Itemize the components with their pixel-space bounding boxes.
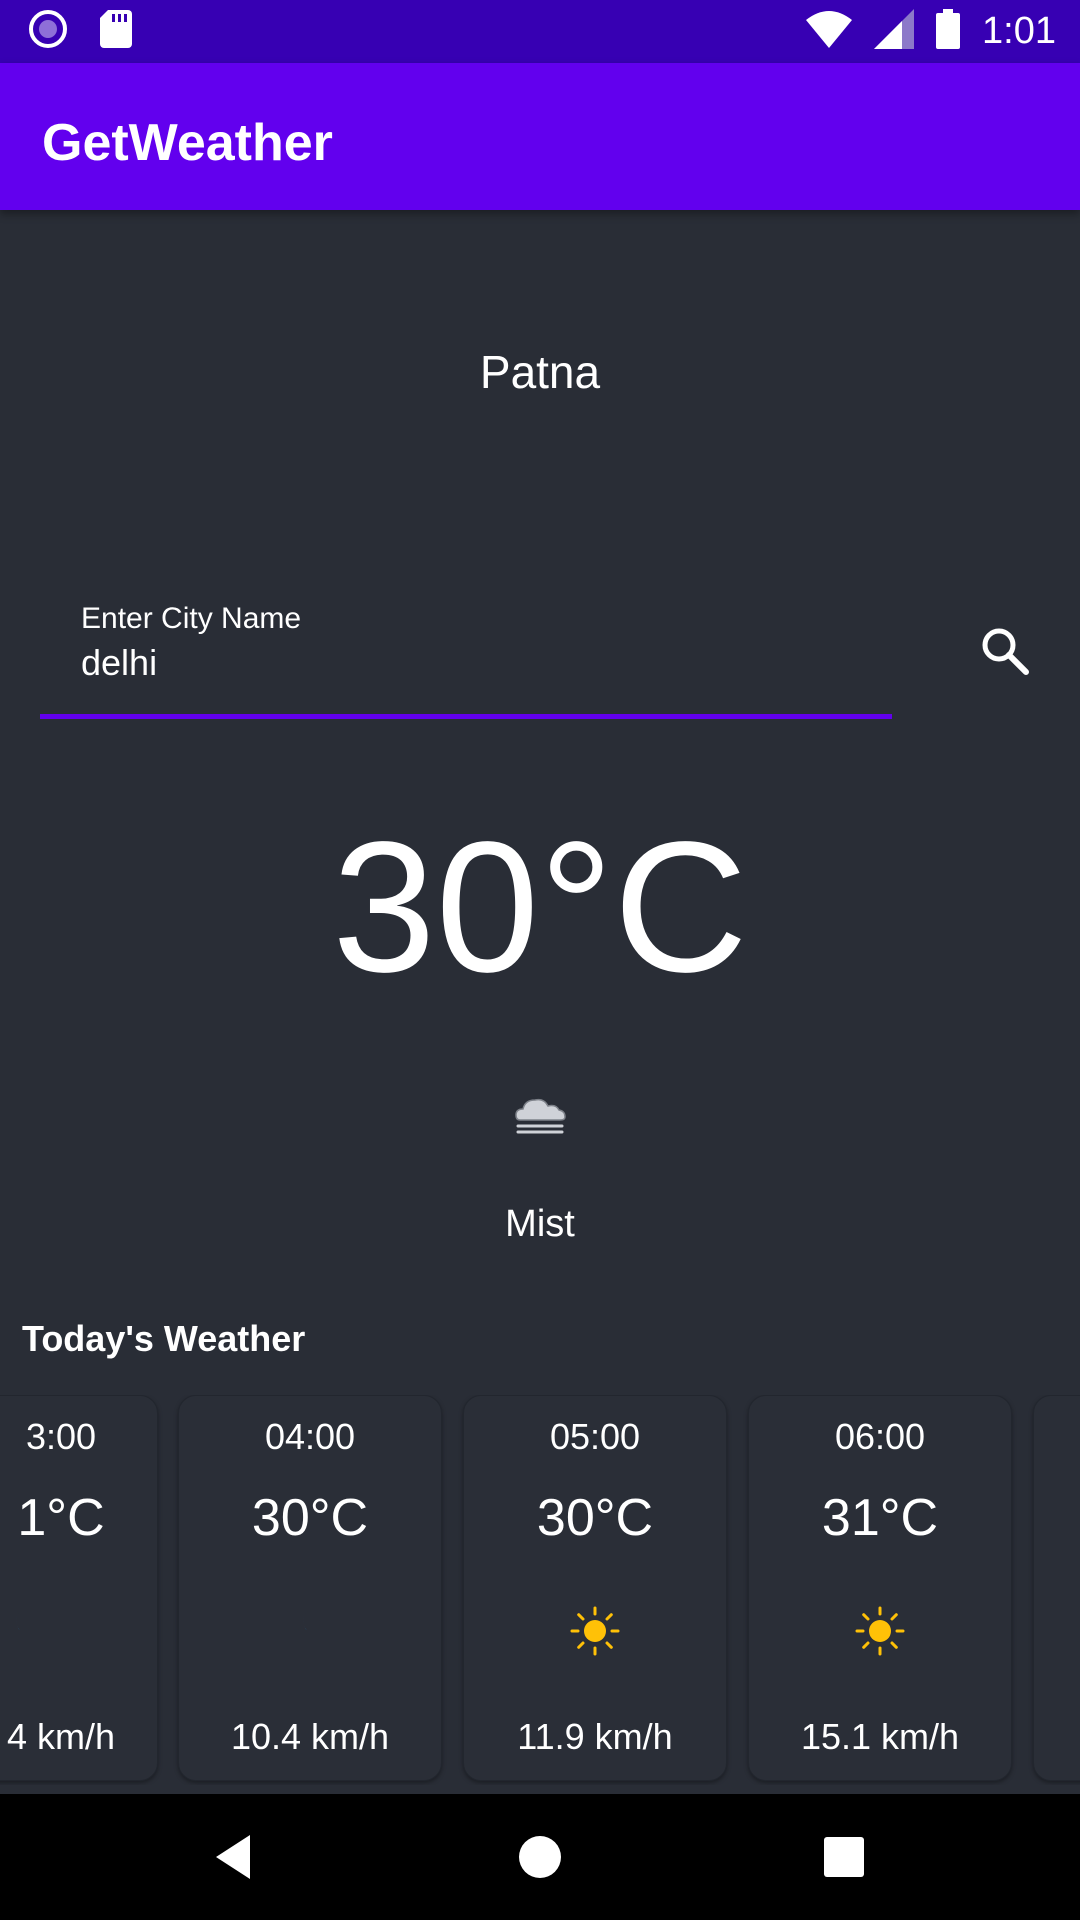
forecast-wind: 4 km/h: [6, 1716, 116, 1757]
input-underline: [40, 714, 892, 719]
mist-cloud-icon: [510, 1090, 570, 1140]
app-bar: GetWeather: [0, 63, 1080, 210]
city-input-label: Enter City Name: [81, 602, 302, 635]
forecast-wind: 15.1 km/h: [800, 1716, 960, 1757]
city-name: Patna: [479, 346, 601, 398]
forecast-card[interactable]: [1033, 1395, 1080, 1781]
sd-card-icon: [100, 10, 132, 53]
forecast-card[interactable]: 06:00 31°C 15.1 km/h: [748, 1395, 1012, 1781]
forecast-time: 06:00: [834, 1416, 926, 1457]
status-bar: 1:01: [0, 0, 1080, 63]
sun-icon: [570, 1606, 620, 1661]
weather-condition: Mist: [505, 1203, 575, 1245]
forecast-temp: 30°C: [251, 1489, 369, 1547]
hourly-forecast-list[interactable]: 3:00 1°C 4 km/h 04:00 30°C 10.4 km/h 05:…: [0, 1395, 1080, 1785]
back-icon[interactable]: [206, 1827, 266, 1892]
forecast-card[interactable]: 3:00 1°C 4 km/h: [0, 1395, 158, 1781]
search-button[interactable]: [970, 618, 1040, 688]
forecast-wind: 11.9 km/h: [517, 1716, 673, 1757]
forecast-title: Today's Weather: [22, 1318, 306, 1359]
forecast-time: 3:00: [25, 1416, 97, 1457]
moon-icon: [296, 1606, 324, 1641]
sun-icon: [855, 1606, 905, 1661]
city-input[interactable]: [81, 642, 861, 684]
record-icon: [28, 9, 68, 54]
forecast-time: 05:00: [549, 1416, 641, 1457]
forecast-wind: 10.4 km/h: [230, 1716, 390, 1757]
forecast-card[interactable]: 05:00 30°C 11.9 km/h: [463, 1395, 727, 1781]
home-icon[interactable]: [510, 1827, 570, 1892]
forecast-card[interactable]: 04:00 30°C 10.4 km/h: [178, 1395, 442, 1781]
forecast-time: 04:00: [264, 1416, 356, 1457]
forecast-temp: 31°C: [821, 1489, 939, 1547]
recents-icon[interactable]: [814, 1827, 874, 1892]
clock: 1:01: [982, 10, 1056, 52]
forecast-temp: 30°C: [536, 1489, 654, 1547]
app-title: GetWeather: [42, 114, 333, 172]
search-icon: [978, 624, 1032, 683]
navigation-bar: [0, 1794, 1080, 1920]
forecast-temp: 1°C: [17, 1489, 105, 1547]
current-temperature: 30°C: [332, 804, 748, 1011]
city-input-field[interactable]: Enter City Name: [40, 590, 892, 722]
moon-icon: [9, 1606, 37, 1641]
wifi-icon: [806, 10, 853, 53]
signal-icon: [874, 9, 915, 54]
battery-icon: [936, 9, 961, 54]
